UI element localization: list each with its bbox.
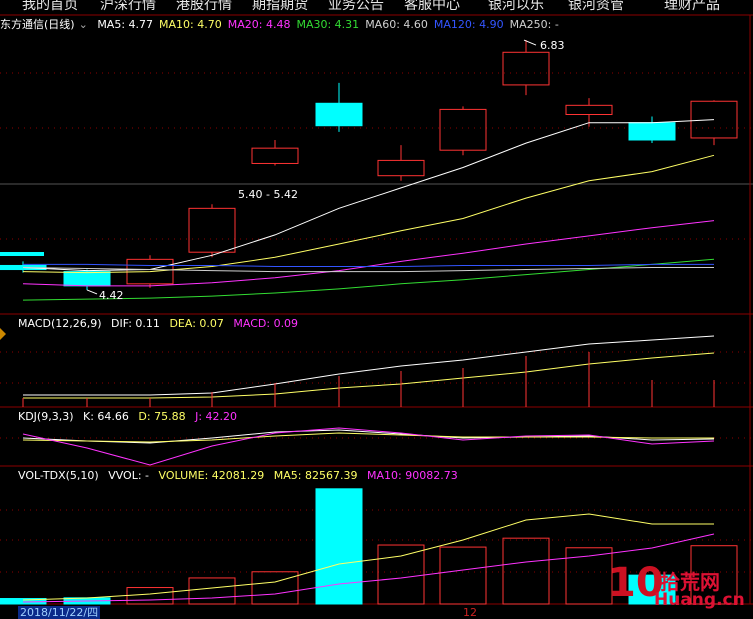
kline-chart[interactable]: 6.83 4.42 5.40 - 5.42: [0, 0, 753, 619]
candle-body: [188, 207, 236, 253]
vol-volume: VOLUME: 42081.29: [158, 469, 265, 482]
candle-body: [63, 271, 111, 287]
low-price-label: 4.42: [99, 289, 124, 302]
period-dropdown-icon[interactable]: ⌄: [79, 18, 88, 31]
kdj-layer: [22, 427, 715, 466]
ma-legend-item: MA250: -: [509, 18, 559, 31]
ma-legend-item: MA5: 4.77: [97, 18, 154, 31]
vol-ma10: MA10: 90082.73: [366, 469, 458, 482]
candle-body: [565, 104, 613, 115]
volume-bar: [251, 571, 299, 605]
range-label: 5.40 - 5.42: [238, 188, 298, 201]
volume-bar: [502, 537, 550, 605]
volume-bar: [439, 546, 487, 605]
macd-dif: DIF: 0.11: [111, 317, 160, 330]
kdj-j: J: 42.20: [195, 410, 238, 423]
vol-vvol: VVOL: -: [108, 469, 150, 482]
vol-ma5: MA5: 82567.39: [273, 469, 358, 482]
price-marker-bar: [0, 252, 44, 256]
macd-dea: DEA: 0.07: [169, 317, 224, 330]
high-price-label: 6.83: [540, 39, 565, 52]
volume-bar: [188, 577, 236, 605]
site-watermark-logo: 10 拾荒网 Huang.cn: [608, 560, 748, 614]
candle-body: [690, 100, 738, 139]
main-legend: 东方通信(日线) ⌄ MA5: 4.77 MA10: 4.70 MA20: 4.48 M…: [0, 16, 753, 31]
price-annotations: 6.83 4.42 5.40 - 5.42: [0, 39, 565, 302]
vol-legend: VOL-TDX(5,10) VVOL: - VOLUME: 42081.29 M…: [0, 469, 753, 484]
ma-legend-item: MA60: 4.60: [365, 18, 428, 31]
ma-legend-item: MA30: 4.31: [296, 18, 360, 31]
month-marker: 12: [463, 606, 477, 619]
date-label: 2018/11/22/四: [18, 606, 101, 619]
low-arrow: [86, 289, 98, 295]
kdj-k: K: 64.66: [83, 410, 129, 423]
ma-legend-items: MA5: 4.77 MA10: 4.70 MA20: 4.48 MA30: 4.31 M…: [97, 18, 565, 31]
volume-bar: [126, 587, 174, 605]
candle-body: [502, 51, 550, 86]
candle-body: [439, 108, 487, 151]
volume-bar: [377, 544, 425, 605]
candle-body: [251, 147, 299, 164]
dea-line: [23, 352, 715, 399]
kdj-title: KDJ(9,3,3): [18, 410, 74, 423]
candle-layer: [0, 40, 738, 290]
stock-title[interactable]: 东方通信(日线): [0, 18, 75, 31]
macd-value: MACD: 0.09: [233, 317, 299, 330]
kdj-d: D: 75.88: [138, 410, 186, 423]
candle-body: [315, 102, 363, 127]
watermark-sub: Huang.cn: [654, 590, 745, 610]
vol-title: VOL-TDX(5,10): [18, 469, 99, 482]
macd-layer: [22, 335, 715, 407]
candle-body: [377, 159, 425, 177]
candle-body: [628, 122, 676, 141]
ma-legend-item: MA120: 4.90: [433, 18, 504, 31]
ma-legend-item: MA10: 4.70: [159, 18, 222, 31]
ma5-line: [22, 119, 715, 272]
kdj-legend: KDJ(9,3,3) K: 64.66 D: 75.88 J: 42.20: [0, 410, 753, 425]
macd-legend: MACD(12,26,9) DIF: 0.11 DEA: 0.07 MACD: …: [0, 317, 753, 332]
k-line: [22, 429, 715, 444]
ma10-line: [22, 154, 715, 274]
macd-title: MACD(12,26,9): [18, 317, 102, 330]
grid-lines: [0, 14, 753, 605]
ma-legend-item: MA20: 4.48: [227, 18, 291, 31]
